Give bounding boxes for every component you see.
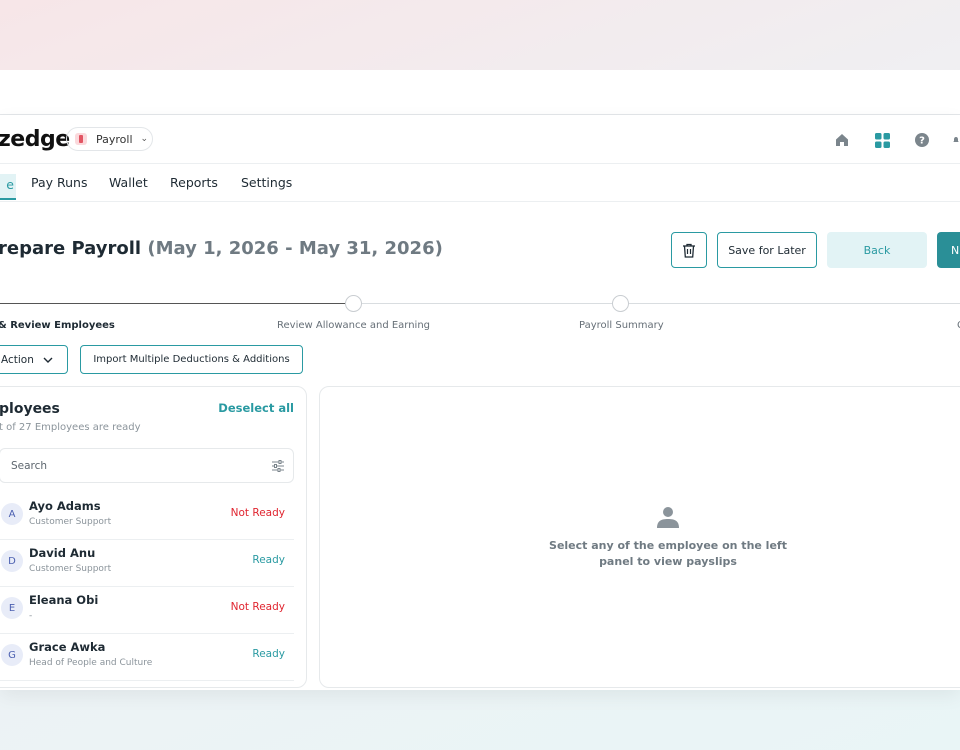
employee-row[interactable]: G Grace Awka Head of People and Culture … [0, 634, 294, 681]
product-switcher[interactable]: Payroll ⌄ [66, 127, 153, 151]
avatar: G [1, 644, 23, 666]
employee-row[interactable]: D David Anu Customer Support Ready [0, 540, 294, 587]
employees-panel-title: ployees [0, 401, 60, 417]
chevron-down-icon: ⌄ [140, 134, 149, 144]
status-not-ready: Not Ready [230, 507, 285, 519]
app-window: zedge Payroll ⌄ ? e Pay Runs Wallet Repo… [0, 115, 960, 690]
tab-reports[interactable]: Reports [170, 175, 218, 190]
step-payroll-summary: Payroll Summary [579, 320, 664, 331]
employee-row[interactable]: A Ayo Adams Customer Support Not Ready [0, 493, 294, 540]
page-title: repare Payroll (May 1, 2026 - May 31, 20… [0, 238, 443, 259]
delete-button[interactable] [671, 232, 707, 268]
tab-settings[interactable]: Settings [241, 175, 292, 190]
import-deductions-button[interactable]: Import Multiple Deductions & Additions [80, 345, 303, 374]
save-for-later-button[interactable]: Save for Later [717, 232, 817, 268]
chevron-down-icon [43, 357, 53, 363]
page-title-text: repare Payroll [0, 238, 142, 259]
svg-text:?: ? [919, 136, 925, 147]
deselect-all-link[interactable]: Deselect all [218, 401, 294, 415]
employee-role: Head of People and Culture [29, 658, 153, 668]
tab-home[interactable]: e [0, 174, 16, 200]
employee-name: David Anu [29, 546, 96, 560]
person-icon [657, 507, 679, 528]
home-icon[interactable] [832, 130, 852, 150]
employee-role: Customer Support [29, 564, 112, 574]
main-nav: e Pay Runs Wallet Reports Settings [0, 164, 960, 202]
step-dot-2 [345, 295, 362, 312]
search-placeholder: Search [11, 460, 48, 472]
status-not-ready: Not Ready [230, 601, 285, 613]
empty-state-message: Select any of the employee on the left p… [549, 539, 787, 568]
step-review-allowance: Review Allowance and Earning [277, 320, 431, 331]
payslip-panel: Select any of the employee on the left p… [319, 386, 960, 688]
employee-name: Grace Awka [29, 640, 106, 654]
employee-search-input[interactable]: Search [0, 448, 294, 483]
browser-bar [0, 70, 960, 115]
employee-name: Eleana Obi [29, 593, 99, 607]
next-button[interactable]: N [937, 232, 960, 268]
filter-icon[interactable] [271, 459, 285, 473]
employee-role: - [29, 611, 33, 621]
help-icon[interactable]: ? [912, 130, 932, 150]
action-dropdown[interactable]: Action [0, 345, 68, 374]
status-ready: Ready [252, 648, 285, 660]
logo: zedge [0, 127, 70, 152]
avatar: E [1, 597, 23, 619]
trash-icon [683, 243, 695, 258]
employee-name: Ayo Adams [29, 499, 101, 513]
avatar: A [1, 503, 23, 525]
top-bar: zedge Payroll ⌄ ? [0, 115, 960, 164]
back-button[interactable]: Back [827, 232, 927, 268]
notification-bell-icon[interactable] [952, 130, 960, 150]
employee-row[interactable]: E Eleana Obi - Not Ready [0, 587, 294, 634]
ready-count-text: t of 27 Employees are ready [0, 422, 141, 433]
employee-role: Customer Support [29, 517, 112, 527]
step-review-employees: & Review Employees [0, 320, 115, 331]
employees-panel: ployees Deselect all t of 27 Employees a… [0, 386, 307, 688]
payroll-product-icon [75, 133, 87, 145]
avatar: D [1, 550, 23, 572]
tab-wallet[interactable]: Wallet [109, 175, 148, 190]
tab-pay-runs[interactable]: Pay Runs [31, 175, 88, 190]
stepper-line-complete [0, 303, 345, 304]
apps-grid-icon[interactable] [872, 130, 892, 150]
status-ready: Ready [252, 554, 285, 566]
product-label: Payroll [96, 132, 133, 146]
stepper-line-pending [361, 303, 960, 304]
pay-period-range: (May 1, 2026 - May 31, 2026) [147, 238, 443, 259]
header-icons: ? [832, 130, 960, 150]
step-dot-3 [612, 295, 629, 312]
action-label: Action [1, 353, 34, 366]
